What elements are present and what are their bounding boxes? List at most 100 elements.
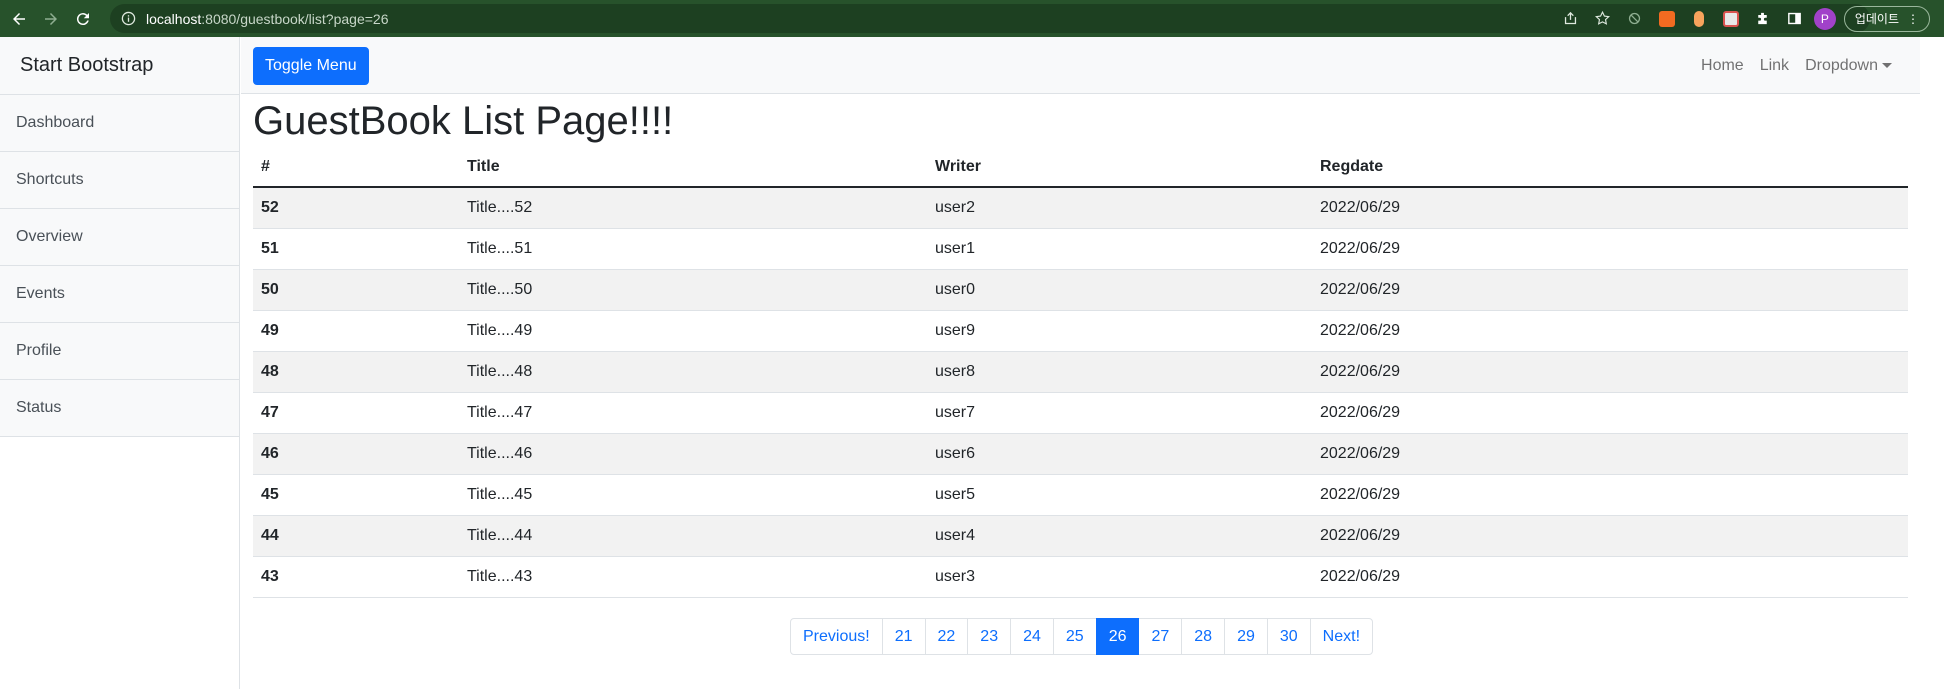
- cell-number: 46: [253, 433, 459, 475]
- cell-title[interactable]: Title....51: [459, 228, 927, 270]
- cell-title[interactable]: Title....45: [459, 474, 927, 516]
- sidebar-item-events[interactable]: Events: [0, 266, 239, 323]
- cell-regdate: 2022/06/29: [1312, 351, 1908, 393]
- reload-icon: [76, 12, 89, 25]
- cell-title[interactable]: Title....44: [459, 515, 927, 557]
- guestbook-table: # Title Writer Regdate 52 Title....52 us…: [253, 148, 1908, 598]
- column-header-title: Title: [459, 148, 927, 188]
- cell-number: 50: [253, 269, 459, 311]
- cell-regdate: 2022/06/29: [1312, 515, 1908, 557]
- cell-title[interactable]: Title....43: [459, 556, 927, 598]
- sidebar-item-shortcuts[interactable]: Shortcuts: [0, 152, 239, 209]
- extensions-puzzle-icon[interactable]: [1750, 6, 1776, 32]
- cell-number: 43: [253, 556, 459, 598]
- table-row[interactable]: 46 Title....46 user6 2022/06/29: [253, 433, 1908, 475]
- cell-regdate: 2022/06/29: [1312, 228, 1908, 270]
- table-row[interactable]: 50 Title....50 user0 2022/06/29: [253, 269, 1908, 311]
- sidebar-item-status[interactable]: Status: [0, 380, 239, 437]
- nav-dropdown-label: Dropdown: [1805, 56, 1878, 74]
- cell-writer: user9: [927, 310, 1312, 352]
- back-button[interactable]: [6, 6, 32, 32]
- extension-capsule-icon[interactable]: [1686, 6, 1712, 32]
- column-header-writer: Writer: [927, 148, 1312, 188]
- nav-link-home[interactable]: Home: [1693, 57, 1752, 75]
- sidebar-heading[interactable]: Start Bootstrap: [0, 37, 239, 95]
- table-row[interactable]: 45 Title....45 user5 2022/06/29: [253, 474, 1908, 516]
- page-link-29[interactable]: 29: [1224, 618, 1268, 655]
- page-link-27[interactable]: 27: [1138, 618, 1183, 655]
- cell-writer: user7: [927, 392, 1312, 434]
- page-link-28[interactable]: 28: [1181, 618, 1226, 655]
- cell-writer: user0: [927, 269, 1312, 311]
- page-title: GuestBook List Page!!!!: [253, 99, 674, 143]
- page-link-21[interactable]: 21: [881, 618, 926, 655]
- cell-writer: user4: [927, 515, 1312, 557]
- forward-button[interactable]: [38, 6, 64, 32]
- navbar-links: Home Link Dropdown: [1693, 37, 1900, 94]
- cell-number: 51: [253, 228, 459, 270]
- sidebar: Start Bootstrap Dashboard Shortcuts Over…: [0, 37, 240, 689]
- previous-page-link[interactable]: Previous!: [790, 618, 883, 655]
- column-header-regdate: Regdate: [1312, 148, 1908, 188]
- table-row[interactable]: 49 Title....49 user9 2022/06/29: [253, 310, 1908, 352]
- table-row[interactable]: 44 Title....44 user4 2022/06/29: [253, 515, 1908, 557]
- cell-number: 44: [253, 515, 459, 557]
- side-panel-icon[interactable]: [1782, 6, 1808, 32]
- cell-number: 48: [253, 351, 459, 393]
- page-link-24[interactable]: 24: [1010, 618, 1054, 655]
- cell-writer: user6: [927, 433, 1312, 475]
- cell-number: 47: [253, 392, 459, 434]
- cell-regdate: 2022/06/29: [1312, 556, 1908, 598]
- table-row[interactable]: 48 Title....48 user8 2022/06/29: [253, 351, 1908, 393]
- cell-writer: user5: [927, 474, 1312, 516]
- more-menu-icon: ⋮: [1907, 11, 1919, 26]
- cell-title[interactable]: Title....50: [459, 269, 927, 311]
- share-icon[interactable]: [1558, 6, 1584, 32]
- page-link-30[interactable]: 30: [1266, 618, 1311, 655]
- cell-title[interactable]: Title....46: [459, 433, 927, 475]
- cell-title[interactable]: Title....49: [459, 310, 927, 352]
- next-page-link[interactable]: Next!: [1309, 618, 1374, 655]
- profile-avatar[interactable]: P: [1813, 7, 1836, 30]
- update-button[interactable]: 업데이트 ⋮: [1843, 5, 1930, 32]
- page-link-25[interactable]: 25: [1052, 618, 1097, 655]
- cell-writer: user1: [927, 228, 1312, 270]
- extension-blocked-icon[interactable]: [1622, 6, 1648, 32]
- reload-button[interactable]: [70, 6, 96, 32]
- nav-dropdown[interactable]: Dropdown: [1797, 57, 1900, 75]
- cell-title[interactable]: Title....47: [459, 392, 927, 434]
- table-row[interactable]: 47 Title....47 user7 2022/06/29: [253, 392, 1908, 434]
- bookmark-star-icon[interactable]: [1590, 6, 1616, 32]
- cell-number: 52: [253, 187, 459, 229]
- page-link-23[interactable]: 23: [967, 618, 1012, 655]
- cell-regdate: 2022/06/29: [1312, 310, 1908, 352]
- extension-window-icon[interactable]: [1718, 6, 1744, 32]
- toggle-menu-button[interactable]: Toggle Menu: [253, 47, 369, 85]
- cell-regdate: 2022/06/29: [1312, 187, 1908, 229]
- table-header-row: # Title Writer Regdate: [253, 148, 1908, 188]
- extension-orange-icon[interactable]: [1654, 6, 1680, 32]
- cell-regdate: 2022/06/29: [1312, 269, 1908, 311]
- cell-title[interactable]: Title....48: [459, 351, 927, 393]
- table-row[interactable]: 51 Title....51 user1 2022/06/29: [253, 228, 1908, 270]
- table-row[interactable]: 52 Title....52 user2 2022/06/29: [253, 187, 1908, 229]
- sidebar-item-profile[interactable]: Profile: [0, 323, 239, 380]
- back-arrow-icon: [13, 12, 25, 25]
- cell-regdate: 2022/06/29: [1312, 392, 1908, 434]
- url-text: localhost:8080/guestbook/list?page=26: [146, 10, 389, 27]
- table-row[interactable]: 43 Title....43 user3 2022/06/29: [253, 556, 1908, 598]
- cell-writer: user3: [927, 556, 1312, 598]
- page-link-22[interactable]: 22: [924, 618, 969, 655]
- nav-link-link[interactable]: Link: [1752, 57, 1797, 75]
- browser-toolbar: localhost:8080/guestbook/list?page=26 P …: [0, 0, 1944, 37]
- site-info-icon[interactable]: [120, 11, 136, 27]
- cell-number: 49: [253, 310, 459, 352]
- cell-title[interactable]: Title....52: [459, 187, 927, 229]
- cell-writer: user8: [927, 351, 1312, 393]
- column-header-number: #: [253, 148, 459, 188]
- sidebar-item-dashboard[interactable]: Dashboard: [0, 95, 239, 152]
- cell-writer: user2: [927, 187, 1312, 229]
- sidebar-item-overview[interactable]: Overview: [0, 209, 239, 266]
- page-link-26-active[interactable]: 26: [1095, 618, 1140, 655]
- top-navbar: Toggle Menu Home Link Dropdown: [241, 37, 1920, 94]
